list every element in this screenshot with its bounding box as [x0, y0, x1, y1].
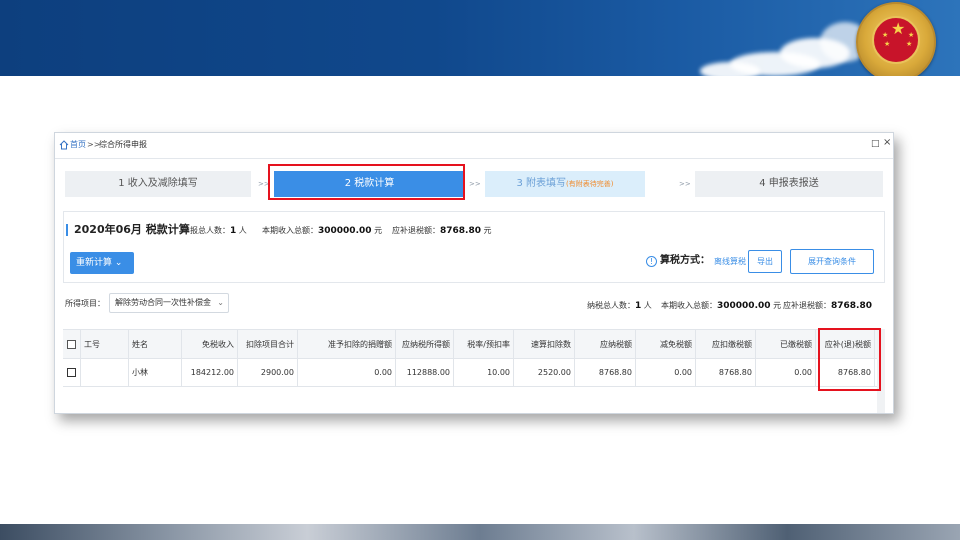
cell-deduction-total: 2900.00 [238, 359, 298, 386]
method-label: 算税方式： [660, 255, 710, 266]
header-tax-relief: 减免税额 [636, 330, 696, 358]
header-name: 姓名 [129, 330, 182, 358]
checkbox-icon [67, 368, 76, 377]
income-total: 本期收入总额：300000.00 元 [262, 226, 383, 236]
restore-icon[interactable]: □ [871, 139, 880, 149]
highlight-box-refund-column [818, 328, 881, 391]
income-item-select[interactable]: 解除劳动合同一次性补偿金 ⌄ [109, 293, 229, 313]
window-titlebar: 首页 >> 综合所得申报 □ × [55, 133, 893, 159]
home-icon[interactable] [59, 140, 69, 150]
header-tax-withheld: 应扣缴税额 [696, 330, 756, 358]
chevron-down-icon: ⌄ [217, 298, 224, 307]
cell-tax-free-income: 184212.00 [182, 359, 238, 386]
breadcrumb-home-link[interactable]: 首页 [70, 140, 86, 150]
step-attachment-fill[interactable]: 3 附表填写(有附表待完善) [485, 171, 645, 197]
top-banner: ★ ★ ★ ★ ★ [0, 0, 960, 76]
header-taxable-income: 应纳税所得额 [396, 330, 454, 358]
checkbox-icon [67, 339, 76, 349]
header-tax-payable: 应纳税额 [575, 330, 636, 358]
step-income-deduction[interactable]: 1 收入及减除填写 [65, 171, 251, 197]
info-icon: ! [646, 256, 657, 267]
step-submit-report[interactable]: 4 申报表报送 [695, 171, 883, 197]
refund-total: 应补退税额：8768.80 元 [392, 226, 492, 236]
cell-employee-id [81, 359, 129, 386]
header-tax-rate: 税率/预扣率 [454, 330, 514, 358]
cell-tax-withheld: 8768.80 [696, 359, 756, 386]
cell-tax-relief: 0.00 [636, 359, 696, 386]
table-header-row: 工号 姓名 免税收入 扣除项目合计 准予扣除的捐赠额 应纳税所得额 税率/预扣率… [63, 329, 883, 359]
page-title: 2020年06月 税款计算 [74, 223, 190, 236]
close-icon[interactable]: × [883, 138, 891, 148]
expand-query-button[interactable]: 展开查询条件 [790, 249, 874, 274]
cell-name: 小林 [129, 359, 182, 386]
step-arrow: >> [469, 180, 481, 188]
summary-panel: 2020年06月 税款计算 申报总人数：1 人 本期收入总额：300000.00… [63, 211, 885, 283]
bottom-strip [0, 524, 960, 540]
export-button[interactable]: 导出 [748, 250, 782, 273]
row-checkbox[interactable] [63, 359, 81, 386]
income-item-value: 解除劳动合同一次性补偿金 [115, 298, 211, 307]
refund-amount: 应补退税额：8768.80 [783, 301, 872, 311]
header-donation-deduction: 准予扣除的捐赠额 [298, 330, 396, 358]
select-all-checkbox[interactable] [63, 330, 81, 358]
step-sub-note: (有附表待完善) [566, 180, 614, 188]
accent-bar [66, 224, 68, 236]
cell-quick-deduction: 2520.00 [514, 359, 575, 386]
recalculate-button[interactable]: 重新计算 ⌄ [70, 252, 134, 274]
cell-donation-deduction: 0.00 [298, 359, 396, 386]
declarants-count: 申报总人数：1 人 [182, 226, 247, 236]
cell-tax-paid: 0.00 [756, 359, 816, 386]
income-item-label: 所得项目： [65, 299, 105, 308]
header-tax-paid: 已缴税额 [756, 330, 816, 358]
cell-tax-payable: 8768.80 [575, 359, 636, 386]
step-arrow: >> [679, 180, 691, 188]
method-value: 离线算税 [714, 257, 746, 266]
cell-tax-rate: 10.00 [454, 359, 514, 386]
header-employee-id: 工号 [81, 330, 129, 358]
chevron-down-icon: ⌄ [114, 258, 123, 268]
header-quick-deduction: 速算扣除数 [514, 330, 575, 358]
period-income-total: 本期收入总额：300000.00 元 [661, 301, 782, 311]
app-window: 首页 >> 综合所得申报 □ × 1 收入及减除填写 >> 2 税款计算 >> … [54, 132, 894, 414]
header-tax-free-income: 免税收入 [182, 330, 238, 358]
step-label: 3 附表填写 [516, 178, 567, 189]
table-row[interactable]: 小林 184212.00 2900.00 0.00 112888.00 10.0… [63, 359, 883, 387]
breadcrumb-current: 综合所得申报 [99, 140, 147, 149]
header-deduction-total: 扣除项目合计 [238, 330, 298, 358]
cell-taxable-income: 112888.00 [396, 359, 454, 386]
national-emblem-icon: ★ ★ ★ ★ ★ [856, 2, 936, 76]
taxpayers-count: 纳税总人数：1 人 [587, 301, 652, 311]
slide: ★ ★ ★ ★ ★ 首页 >> 综合所得申报 □ × 1 收入及减除填写 >> … [0, 0, 960, 540]
highlight-box-step [268, 164, 465, 200]
